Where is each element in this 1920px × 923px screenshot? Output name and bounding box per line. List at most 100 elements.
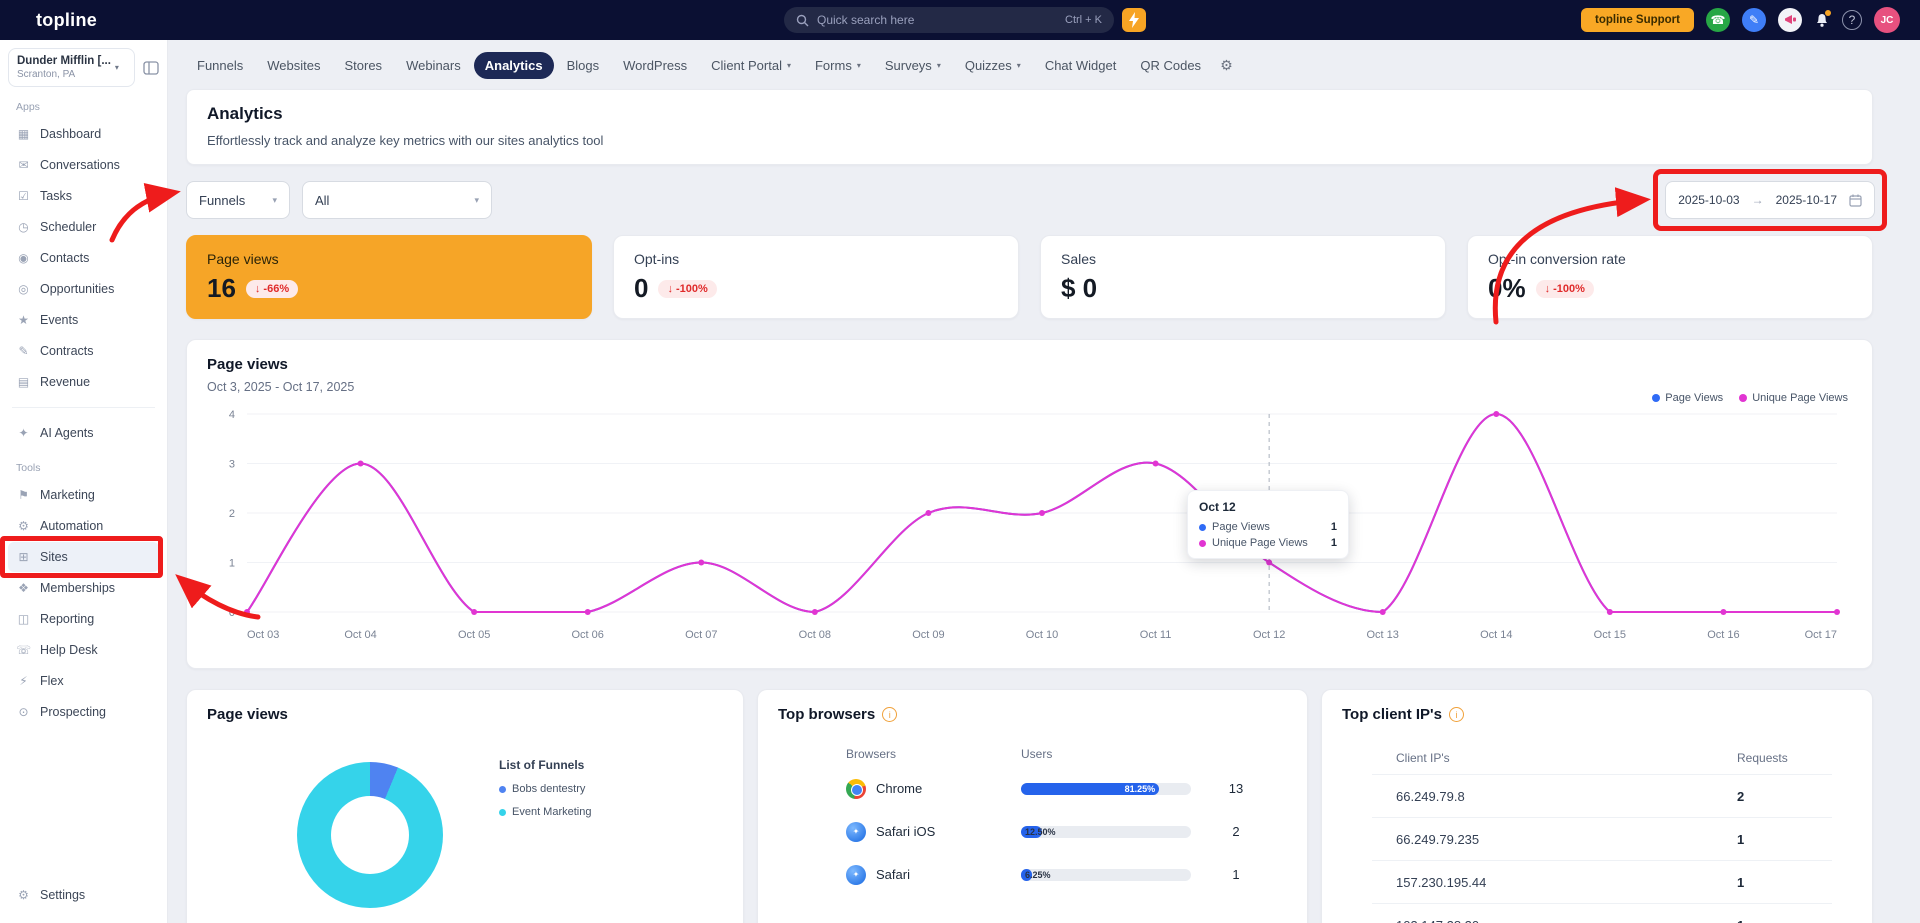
legend-item[interactable]: Event Marketing: [499, 806, 591, 818]
tabs-settings-gear-icon[interactable]: ⚙: [1220, 57, 1233, 74]
tab-webinars[interactable]: Webinars: [395, 52, 472, 79]
sidebar-item-revenue[interactable]: ▤Revenue: [8, 367, 159, 397]
sidebar-item-label: Dashboard: [40, 127, 101, 141]
tab-label: Stores: [344, 58, 382, 73]
help-icon[interactable]: ?: [1842, 10, 1862, 30]
safari-icon: ✦: [846, 865, 866, 885]
funnels-legend-title: List of Funnels: [499, 758, 591, 772]
megaphone-icon[interactable]: [1778, 8, 1802, 32]
sidebar-item-conversations[interactable]: ✉Conversations: [8, 150, 159, 180]
tab-label: Client Portal: [711, 58, 782, 73]
sidebar-item-contracts[interactable]: ✎ Contracts: [8, 336, 159, 366]
tab-blogs[interactable]: Blogs: [556, 52, 611, 79]
tab-qr-codes[interactable]: QR Codes: [1129, 52, 1212, 79]
page-views-line-chart[interactable]: 01234Oct 03Oct 04Oct 05Oct 06Oct 07Oct 0…: [207, 402, 1854, 650]
tab-funnels[interactable]: Funnels: [186, 52, 254, 79]
table-row[interactable]: ✦Safari 6.25% 1: [846, 853, 1276, 896]
refresh-icon[interactable]: ↻: [1630, 190, 1643, 210]
chrome-icon: [846, 779, 866, 799]
tab-chat-widget[interactable]: Chat Widget: [1034, 52, 1128, 79]
legend-item[interactable]: Bobs dentestry: [499, 783, 591, 795]
svg-text:Oct 15: Oct 15: [1594, 629, 1626, 641]
sidebar-item-label: Prospecting: [40, 705, 106, 719]
tab-forms[interactable]: Forms▾: [804, 52, 872, 79]
stat-card-opt-in-conversion-rate[interactable]: Opt-in conversion rate 0% ↓-100%: [1467, 235, 1873, 319]
tab-surveys[interactable]: Surveys▾: [874, 52, 952, 79]
sidebar-item-label: Memberships: [40, 581, 115, 595]
sidebar-item-ai-agents[interactable]: ✦AI Agents: [8, 418, 159, 448]
tab-client-portal[interactable]: Client Portal▾: [700, 52, 802, 79]
funnels-donut-chart[interactable]: [297, 762, 443, 908]
stat-card-page-views[interactable]: Page views 16 ↓-66%: [186, 235, 592, 319]
legend-label: Event Marketing: [512, 806, 591, 818]
stat-cards: Page views 16 ↓-66% Opt-ins 0 ↓-100% Sal…: [186, 235, 1873, 319]
contracts-icon: ✎: [16, 344, 31, 358]
svg-text:Oct 11: Oct 11: [1140, 629, 1172, 641]
users-count: 13: [1206, 781, 1266, 796]
opportunities-icon: ◎: [16, 282, 31, 296]
sidebar-item-label: Contracts: [40, 344, 94, 358]
tab-wordpress[interactable]: WordPress: [612, 52, 698, 79]
stat-card-sales[interactable]: Sales $ 0: [1040, 235, 1446, 319]
sidebar-item-settings[interactable]: ⚙Settings: [8, 880, 159, 910]
phone-glyph: ☎: [1711, 13, 1726, 27]
sidebar-item-tasks[interactable]: ☑Tasks: [8, 181, 159, 211]
legend-page-views[interactable]: Page Views: [1652, 392, 1723, 404]
sidebar-item-contacts[interactable]: ◉Contacts: [8, 243, 159, 273]
tab-stores[interactable]: Stores: [333, 52, 393, 79]
sites-icon: ⊞: [16, 550, 31, 564]
sidebar-item-scheduler[interactable]: ◷Scheduler: [8, 212, 159, 242]
quick-actions-bolt-icon[interactable]: [1122, 8, 1146, 32]
tab-analytics[interactable]: Analytics: [474, 52, 554, 79]
help-glyph: ?: [1849, 13, 1856, 27]
app-logo[interactable]: topline: [36, 10, 97, 31]
table-row[interactable]: 66.249.79.82: [1372, 775, 1832, 818]
table-row[interactable]: ✦Safari iOS 12.50% 2: [846, 810, 1276, 853]
topbar-actions: topline Support ☎ ✎ ? JC: [1581, 0, 1900, 40]
sidebar-item-flex[interactable]: ⚡Flex: [8, 666, 159, 696]
sidebar-item-dashboard[interactable]: ▦Dashboard: [8, 119, 159, 149]
sidebar-item-label: AI Agents: [40, 426, 94, 440]
phone-icon[interactable]: ☎: [1706, 8, 1730, 32]
sidebar-item-marketing[interactable]: ⚑Marketing: [8, 480, 159, 510]
table-row[interactable]: Chrome 81.25% 13: [846, 767, 1276, 810]
tooltip-title: Oct 12: [1199, 500, 1337, 514]
info-icon[interactable]: i: [882, 707, 897, 722]
svg-text:2: 2: [229, 508, 235, 520]
date-range-picker[interactable]: 2025-10-03 → 2025-10-17: [1665, 181, 1875, 219]
legend-unique-page-views[interactable]: Unique Page Views: [1739, 392, 1848, 404]
events-icon: ★: [16, 313, 31, 327]
sidebar-item-automation[interactable]: ⚙Automation: [8, 511, 159, 541]
funnel-select[interactable]: All▾: [302, 181, 492, 219]
notifications-bell-icon[interactable]: [1814, 12, 1830, 29]
users-count: 1: [1206, 867, 1266, 882]
stat-card-opt-ins[interactable]: Opt-ins 0 ↓-100%: [613, 235, 1019, 319]
table-row[interactable]: 157.230.195.441: [1372, 861, 1832, 904]
brush-icon[interactable]: ✎: [1742, 8, 1766, 32]
sidebar-item-label: Revenue: [40, 375, 90, 389]
sidebar-item-memberships[interactable]: ❖Memberships: [8, 573, 159, 603]
sidebar-item-sites[interactable]: ⊞ Sites: [8, 542, 159, 572]
tab-quizzes[interactable]: Quizzes▾: [954, 52, 1032, 79]
tab-websites[interactable]: Websites: [256, 52, 331, 79]
sidebar-collapse-icon[interactable]: [143, 61, 159, 75]
sidebar: Dunder Mifflin [... Scranton, PA ▾ Apps …: [0, 40, 168, 923]
sidebar-item-label: Contacts: [40, 251, 89, 265]
date-end[interactable]: 2025-10-17: [1776, 193, 1837, 207]
sidebar-item-opportunities[interactable]: ◎Opportunities: [8, 274, 159, 304]
sidebar-item-events[interactable]: ★Events: [8, 305, 159, 335]
table-row[interactable]: 103.147.28.201: [1372, 904, 1832, 923]
global-search-input[interactable]: Quick search here Ctrl + K: [784, 7, 1114, 33]
user-avatar[interactable]: JC: [1874, 7, 1900, 33]
support-button[interactable]: topline Support: [1581, 8, 1694, 32]
account-switcher[interactable]: Dunder Mifflin [... Scranton, PA ▾: [8, 48, 135, 87]
info-icon[interactable]: i: [1449, 707, 1464, 722]
sidebar-item-prospecting[interactable]: ⊙Prospecting: [8, 697, 159, 727]
sidebar-item-help-desk[interactable]: ☏Help Desk: [8, 635, 159, 665]
type-select[interactable]: Funnels▾: [186, 181, 290, 219]
column-header-users: Users: [1021, 747, 1206, 761]
date-start[interactable]: 2025-10-03: [1678, 193, 1739, 207]
table-row[interactable]: 66.249.79.2351: [1372, 818, 1832, 861]
sidebar-item-reporting[interactable]: ◫Reporting: [8, 604, 159, 634]
chevron-down-icon: ▾: [857, 61, 861, 70]
